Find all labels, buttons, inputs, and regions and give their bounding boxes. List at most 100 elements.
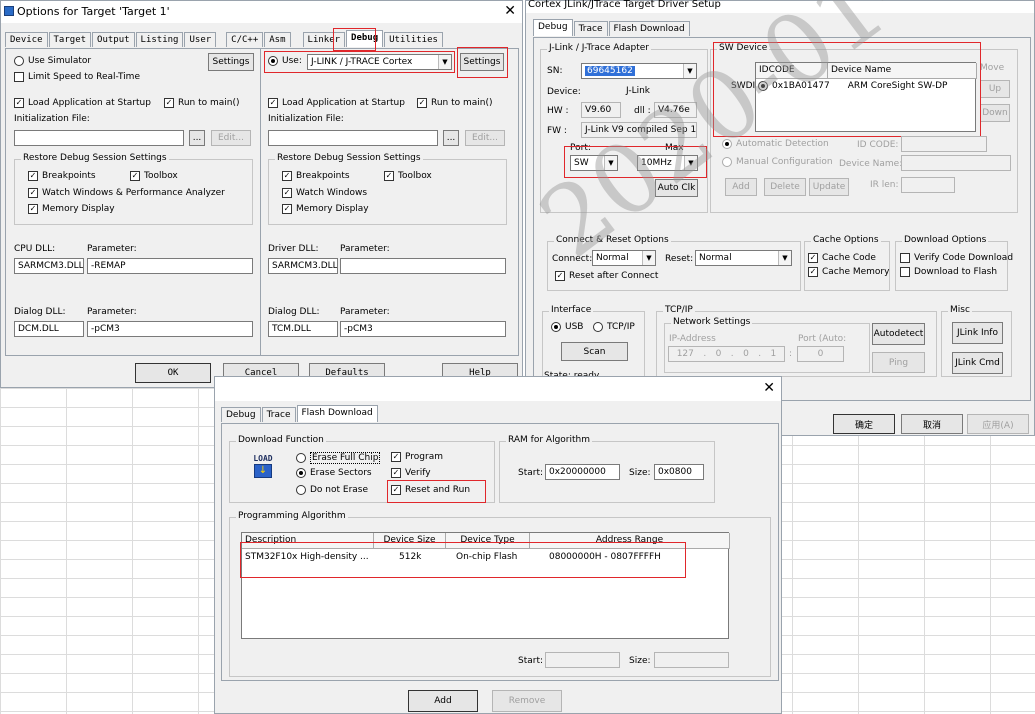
edit-button-2[interactable]: Edit... — [465, 130, 505, 146]
init-file-input-2[interactable] — [268, 130, 438, 146]
dialog-param-input[interactable]: -pCM3 — [87, 321, 253, 337]
manual-configuration-radio[interactable]: Manual Configuration — [722, 157, 833, 167]
do-not-erase-radio[interactable]: Do not Erase — [296, 485, 368, 495]
sn-select[interactable]: 69645162 ▼ — [581, 63, 697, 79]
algorithm-start-input[interactable] — [545, 652, 620, 668]
device-update-button[interactable]: Update — [809, 178, 849, 196]
dialog-param-input-2[interactable]: -pCM3 — [340, 321, 506, 337]
tab-target[interactable]: Target — [48, 32, 92, 47]
dialog-dll-label: Dialog DLL: — [14, 307, 66, 317]
flash-tab-trace[interactable]: Trace — [261, 407, 296, 422]
erase-full-chip-radio[interactable]: Erase Full Chip — [296, 452, 381, 464]
id-code-label: ID CODE: — [857, 140, 899, 150]
program-checkbox[interactable]: ✓ Program — [391, 452, 443, 462]
jlink-tab-flash-download[interactable]: Flash Download — [608, 21, 690, 36]
run-to-main-checkbox[interactable]: ✓ Run to main() — [164, 98, 240, 108]
tab-device[interactable]: Device — [5, 32, 48, 47]
cache-code-checkbox[interactable]: ✓ Cache Code — [808, 253, 876, 263]
cache-memory-checkbox[interactable]: ✓ Cache Memory — [808, 267, 889, 277]
load-application-checkbox[interactable]: ✓ Load Application at Startup — [14, 98, 151, 108]
move-up-button[interactable]: Up — [980, 80, 1010, 98]
ip-address-input[interactable]: 127. 0. 0. 1 — [668, 346, 785, 362]
ram-size-input[interactable]: 0x0800 — [654, 464, 704, 480]
edit-button[interactable]: Edit... — [211, 130, 251, 146]
jlink-tab-debug[interactable]: Debug — [533, 19, 573, 36]
toolbox-checkbox[interactable]: ✓ Toolbox — [130, 171, 178, 181]
flash-tab-flash-download[interactable]: Flash Download — [296, 405, 378, 422]
run-to-main-checkbox-2[interactable]: ✓ Run to main() — [417, 98, 493, 108]
tab-asm[interactable]: Asm — [264, 32, 291, 47]
device-label: Device: — [547, 87, 581, 97]
erase-sectors-radio[interactable]: Erase Sectors — [296, 468, 372, 478]
reset-after-connect-checkbox[interactable]: ✓ Reset after Connect — [555, 271, 658, 281]
move-down-button[interactable]: Down — [980, 104, 1010, 122]
device-name-label: Device Name: — [839, 159, 903, 169]
toolbox-checkbox-2[interactable]: ✓ Toolbox — [384, 171, 432, 181]
port-max-highlight — [564, 146, 707, 178]
use-simulator-radio[interactable]: Use Simulator — [14, 56, 91, 66]
options-window-title: Options for Target 'Target 1' — [17, 5, 170, 18]
reset-select[interactable]: Normal ▼ — [695, 250, 792, 266]
load-application-checkbox-2[interactable]: ✓ Load Application at Startup — [268, 98, 405, 108]
algorithm-size-input[interactable] — [654, 652, 729, 668]
auto-clk-button[interactable]: Auto Clk — [655, 179, 698, 197]
breakpoints-checkbox-2[interactable]: ✓ Breakpoints — [282, 171, 350, 181]
breakpoints-checkbox[interactable]: ✓ Breakpoints — [28, 171, 96, 181]
memory-display-checkbox[interactable]: ✓ Memory Display — [28, 204, 115, 214]
dialog-dll-input[interactable]: DCM.DLL — [14, 321, 84, 337]
chevron-down-icon: ▼ — [683, 64, 696, 78]
remove-algorithm-button[interactable]: Remove — [492, 690, 562, 712]
jlink-info-button[interactable]: JLink Info — [952, 322, 1003, 344]
tab-cc[interactable]: C/C++ — [226, 32, 264, 47]
download-to-flash-checkbox[interactable]: Download to Flash — [900, 267, 997, 277]
device-name-input[interactable] — [901, 155, 1011, 171]
driver-dll-input[interactable]: SARMCM3.DLL — [268, 258, 338, 274]
flash-close-icon[interactable]: ✕ — [763, 380, 775, 396]
simulator-settings-button[interactable]: Settings — [208, 53, 254, 71]
close-icon[interactable]: ✕ — [504, 3, 516, 19]
ping-button[interactable]: Ping — [872, 352, 925, 373]
ip-port-separator: : — [789, 349, 793, 359]
tab-listing[interactable]: Listing — [135, 32, 184, 47]
memory-display-checkbox-2[interactable]: ✓ Memory Display — [282, 204, 369, 214]
cpu-dll-label: CPU DLL: — [14, 244, 56, 254]
ram-start-input[interactable]: 0x20000000 — [545, 464, 620, 480]
driver-param-input[interactable] — [340, 258, 506, 274]
driver-dll-label: Driver DLL: — [268, 244, 319, 254]
dialog-dll-input-2[interactable]: TCM.DLL — [268, 321, 338, 337]
jlink-cancel-button[interactable]: 取消 — [901, 414, 963, 434]
id-code-input[interactable] — [901, 136, 987, 152]
jlink-apply-button[interactable]: 应用(A) — [967, 414, 1029, 434]
cpu-param-input[interactable]: -REMAP — [87, 258, 253, 274]
browse-button-2[interactable]: ... — [443, 130, 459, 146]
tcpip-radio[interactable]: TCP/IP — [593, 322, 635, 332]
automatic-detection-radio[interactable]: Automatic Detection — [722, 139, 829, 149]
flash-tab-debug[interactable]: Debug — [221, 407, 261, 422]
cpu-param-label: Parameter: — [87, 244, 137, 254]
autodetect-button[interactable]: Autodetect — [872, 323, 925, 345]
watch-windows-checkbox-2[interactable]: ✓ Watch Windows — [282, 188, 367, 198]
cpu-dll-input[interactable]: SARMCM3.DLL — [14, 258, 84, 274]
tab-user[interactable]: User — [184, 32, 217, 47]
add-algorithm-button[interactable]: Add — [408, 690, 478, 712]
tcp-port-input[interactable]: 0 — [797, 346, 844, 362]
sw-device-highlight — [713, 42, 981, 137]
verify-code-download-checkbox[interactable]: Verify Code Download — [900, 253, 1013, 263]
init-file-input[interactable] — [14, 130, 184, 146]
jlink-cmd-button[interactable]: JLink Cmd — [952, 352, 1003, 374]
limit-speed-checkbox[interactable]: Limit Speed to Real-Time — [14, 72, 140, 82]
usb-radio[interactable]: USB — [551, 322, 583, 332]
tab-utilities[interactable]: Utilities — [384, 32, 443, 47]
tab-output[interactable]: Output — [92, 32, 135, 47]
jlink-tab-trace[interactable]: Trace — [573, 21, 608, 36]
ok-button[interactable]: OK — [135, 363, 211, 383]
watch-windows-checkbox[interactable]: ✓ Watch Windows & Performance Analyzer — [28, 188, 225, 198]
scan-button[interactable]: Scan — [561, 342, 628, 361]
device-delete-button[interactable]: Delete — [764, 178, 806, 196]
connect-select[interactable]: Normal ▼ — [592, 250, 656, 266]
jlink-ok-button[interactable]: 确定 — [833, 414, 895, 434]
ir-len-input[interactable] — [901, 177, 955, 193]
browse-button[interactable]: ... — [189, 130, 205, 146]
verify-checkbox[interactable]: ✓ Verify — [391, 468, 431, 478]
device-add-button[interactable]: Add — [725, 178, 757, 196]
